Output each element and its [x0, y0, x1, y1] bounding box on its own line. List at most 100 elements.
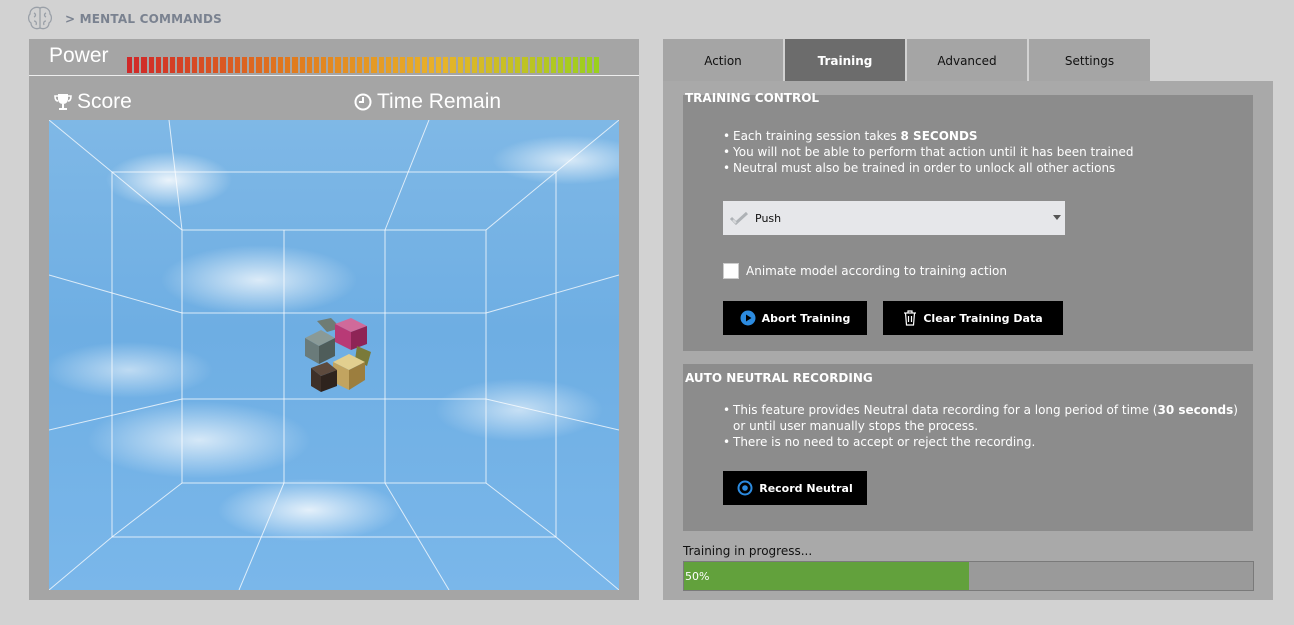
- power-segment: [486, 57, 492, 73]
- list-item: Neutral must also be trained in order to…: [723, 160, 1243, 176]
- power-segment: [572, 57, 578, 73]
- power-segment: [127, 57, 133, 73]
- power-segment: [529, 57, 535, 73]
- neutral-info-list: This feature provides Neutral data recor…: [723, 402, 1243, 450]
- tab-advanced[interactable]: Advanced: [907, 39, 1027, 81]
- power-segment: [184, 57, 190, 73]
- power-segment: [141, 57, 147, 73]
- power-segment: [170, 57, 176, 73]
- trash-icon: [904, 310, 917, 326]
- power-segment: [328, 57, 334, 73]
- action-select-value: Push: [755, 211, 782, 225]
- tab-bar: Action Training Advanced Settings: [663, 39, 1150, 81]
- power-segment: [299, 57, 305, 73]
- power-segment: [292, 57, 298, 73]
- game-panel: Power Score Time Remaining: [29, 39, 639, 600]
- animate-model-checkbox[interactable]: [723, 263, 739, 279]
- power-segment: [407, 57, 413, 73]
- power-segment: [594, 57, 600, 73]
- power-meter: [127, 57, 600, 73]
- progress-fill: [684, 562, 969, 590]
- training-control-section: TRAINING CONTROL Each training session t…: [683, 91, 1253, 351]
- power-segment: [400, 57, 406, 73]
- auto-neutral-title: AUTO NEUTRAL RECORDING: [685, 371, 873, 385]
- clear-training-data-label: Clear Training Data: [923, 311, 1043, 325]
- power-segment: [464, 57, 470, 73]
- power-segment: [177, 57, 183, 73]
- power-segment: [551, 57, 557, 73]
- power-segment: [198, 57, 205, 73]
- power-segment: [543, 57, 550, 73]
- power-segment: [357, 57, 363, 73]
- auto-neutral-section: AUTO NEUTRAL RECORDING This feature prov…: [683, 364, 1253, 531]
- tab-settings[interactable]: Settings: [1029, 39, 1150, 81]
- training-info-list: Each training session takes 8 SECONDS Yo…: [723, 128, 1243, 176]
- training-stage: [49, 120, 619, 590]
- trophy-icon: [54, 94, 72, 110]
- power-segment: [414, 57, 420, 73]
- chevron-down-icon: [1053, 215, 1061, 220]
- brain-icon: [27, 6, 53, 30]
- tab-action[interactable]: Action: [663, 39, 783, 81]
- list-item: Each training session takes 8 SECONDS: [723, 128, 1243, 144]
- cube-icon: [305, 318, 371, 392]
- power-segment: [134, 57, 140, 73]
- power-segment: [263, 57, 269, 73]
- power-label: Power: [49, 44, 109, 67]
- power-segment: [421, 57, 427, 73]
- power-segment: [536, 57, 542, 73]
- time-remaining-display: Time Remaining: [353, 90, 501, 114]
- power-segment: [515, 57, 521, 73]
- power-segment: [306, 57, 312, 73]
- power-segment: [155, 57, 161, 73]
- tab-training[interactable]: Training: [785, 39, 905, 81]
- power-segment: [220, 57, 226, 73]
- power-segment: [191, 57, 197, 73]
- record-neutral-button[interactable]: Record Neutral: [723, 471, 867, 505]
- power-segment: [249, 57, 255, 73]
- list-item: You will not be able to perform that act…: [723, 144, 1243, 160]
- animate-model-option[interactable]: Animate model according to training acti…: [723, 263, 1007, 279]
- power-segment: [428, 57, 435, 73]
- power-segment: [450, 57, 456, 73]
- progress-percent: 50%: [685, 570, 710, 583]
- power-segment: [213, 57, 219, 73]
- action-select[interactable]: Push: [723, 201, 1065, 235]
- score-label: Score: [77, 90, 131, 113]
- power-segment: [242, 57, 248, 73]
- list-item: This feature provides Neutral data recor…: [723, 402, 1243, 434]
- record-neutral-label: Record Neutral: [759, 481, 853, 495]
- list-item: There is no need to accept or reject the…: [723, 434, 1243, 450]
- power-segment: [587, 57, 593, 73]
- record-icon: [737, 480, 753, 496]
- power-segment: [443, 57, 449, 73]
- power-segment: [335, 57, 341, 73]
- power-segment: [270, 57, 276, 73]
- breadcrumb: > MENTAL COMMANDS: [65, 12, 223, 26]
- power-segment: [313, 57, 320, 73]
- power-segment: [321, 57, 327, 73]
- power-segment: [162, 57, 169, 73]
- power-segment: [500, 57, 506, 73]
- power-segment: [349, 57, 355, 73]
- power-segment: [371, 57, 377, 73]
- animate-model-label: Animate model according to training acti…: [746, 264, 1007, 278]
- power-segment: [522, 57, 528, 73]
- power-segment: [378, 57, 384, 73]
- play-icon: [740, 310, 756, 326]
- power-segment: [206, 57, 212, 73]
- power-segment: [479, 57, 485, 73]
- clear-training-data-button[interactable]: Clear Training Data: [883, 301, 1063, 335]
- power-segment: [579, 57, 585, 73]
- power-segment: [507, 57, 514, 73]
- power-segment: [493, 57, 499, 73]
- abort-training-label: Abort Training: [761, 311, 851, 325]
- power-segment: [385, 57, 391, 73]
- checkmark-icon: [729, 211, 749, 225]
- power-segment: [256, 57, 262, 73]
- power-segment: [148, 57, 154, 73]
- training-panel: TRAINING CONTROL Each training session t…: [663, 81, 1273, 600]
- power-segment: [342, 57, 348, 73]
- abort-training-button[interactable]: Abort Training: [723, 301, 867, 335]
- power-segment: [565, 57, 571, 73]
